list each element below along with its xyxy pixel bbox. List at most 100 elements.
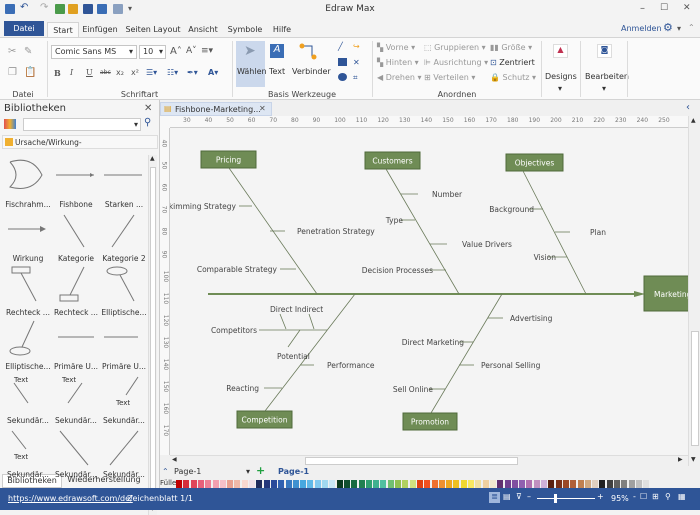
connector-tool-button[interactable]: Verbinder — [291, 41, 331, 87]
horizontal-scrollbar[interactable]: ◀ ▶ — [170, 455, 688, 466]
color-swatch[interactable] — [460, 480, 467, 488]
font-size-select[interactable]: 10 ▾ — [139, 45, 166, 59]
color-swatch[interactable] — [555, 480, 562, 488]
color-swatch[interactable] — [256, 480, 263, 488]
color-swatch[interactable] — [329, 480, 336, 488]
page-view-icon[interactable]: ▤ — [503, 492, 511, 501]
scroll-up-icon[interactable]: ▲ — [691, 117, 696, 124]
collapse-pages-icon[interactable]: ⌃ — [162, 467, 169, 476]
tab-ansicht[interactable]: Ansicht — [186, 22, 220, 37]
cause-label[interactable]: Value Drivers — [462, 240, 512, 249]
library-shape[interactable]: Fishbone — [50, 157, 98, 211]
color-swatch[interactable] — [263, 480, 270, 488]
cause-label[interactable]: Background — [489, 205, 534, 214]
grow-font-icon[interactable]: A˄ — [170, 46, 182, 57]
cause-label[interactable]: Type — [385, 216, 404, 225]
color-swatch[interactable] — [402, 480, 409, 488]
text-tool-button[interactable]: A Text — [267, 41, 289, 87]
color-swatch[interactable] — [635, 480, 642, 488]
select-tool-button[interactable]: ➤ Wählen — [236, 41, 267, 87]
presentation-icon[interactable]: ⊽ — [516, 492, 522, 501]
cause-label[interactable]: Competitors — [211, 326, 257, 335]
cause-label[interactable]: Personal Selling — [481, 361, 541, 370]
color-swatch[interactable] — [176, 480, 182, 488]
ellipse-icon[interactable] — [338, 73, 347, 81]
scroll-left-icon[interactable]: ◀ — [172, 456, 177, 463]
color-swatch[interactable] — [599, 480, 606, 488]
color-swatch[interactable] — [219, 480, 226, 488]
bring-front-button[interactable]: ▚ Vorne ▾ — [377, 43, 415, 52]
library-shape[interactable]: Kategorie 2 — [98, 211, 146, 265]
color-swatch[interactable] — [453, 480, 460, 488]
color-swatch[interactable] — [592, 480, 599, 488]
category-box[interactable]: Competition — [236, 410, 293, 429]
designs-button[interactable]: ▲ Designs ▾ — [544, 41, 578, 97]
strikethrough-button[interactable]: abc — [100, 69, 111, 76]
font-color-icon[interactable]: A▾ — [208, 68, 218, 77]
cause-label[interactable]: Plan — [590, 228, 606, 237]
zoom-in-button[interactable]: + — [597, 492, 604, 501]
color-swatch[interactable] — [278, 480, 285, 488]
zoom-out-button[interactable]: – — [527, 492, 531, 501]
color-swatch[interactable] — [212, 480, 219, 488]
library-search-input[interactable]: ▾ — [23, 118, 141, 131]
cross-icon[interactable]: ✕ — [353, 58, 360, 67]
tab-seiten-layout[interactable]: Seiten Layout — [124, 22, 182, 37]
tab-symbole[interactable]: Symbole — [225, 22, 265, 37]
scrollbar-thumb[interactable] — [150, 167, 156, 497]
color-swatch[interactable] — [548, 480, 555, 488]
crop-icon[interactable]: ⌗ — [353, 73, 358, 83]
color-swatch[interactable] — [409, 480, 416, 488]
align-button[interactable]: ⊫ Ausrichtung ▾ — [424, 58, 488, 67]
scrollbar-thumb[interactable] — [691, 331, 699, 446]
settings-dropdown-icon[interactable]: ▾ — [677, 24, 681, 33]
color-swatch[interactable] — [336, 480, 343, 488]
color-swatch[interactable] — [365, 480, 372, 488]
color-swatch[interactable] — [300, 480, 307, 488]
paste-icon[interactable]: 📋 — [24, 67, 36, 78]
category-box[interactable]: Promotion — [402, 412, 458, 431]
grid-icon[interactable]: ▦ — [678, 492, 686, 501]
canvas[interactable]: Marketing Pricing Skimming Strategy Penetra… — [170, 128, 688, 455]
curve-icon[interactable]: ↪ — [353, 42, 360, 51]
cause-label[interactable]: Direct Marketing — [402, 338, 464, 347]
bold-button[interactable]: B — [54, 68, 61, 78]
color-swatch[interactable] — [183, 480, 190, 488]
library-shape[interactable]: Primäre U... — [50, 319, 98, 373]
fit-page-icon[interactable]: ☐ — [640, 492, 647, 501]
shrink-font-icon[interactable]: A˅ — [186, 46, 197, 56]
color-swatch[interactable] — [351, 480, 358, 488]
cause-label[interactable]: Comparable Strategy — [197, 265, 278, 274]
settings-gear-icon[interactable]: ⚙ — [663, 21, 673, 34]
cause-label[interactable]: Vision — [534, 253, 557, 262]
color-swatch[interactable] — [424, 480, 431, 488]
color-swatch[interactable] — [643, 480, 650, 488]
color-swatch[interactable] — [438, 480, 445, 488]
color-swatch[interactable] — [621, 480, 628, 488]
color-swatch[interactable] — [234, 480, 241, 488]
tab-hilfe[interactable]: Hilfe — [270, 22, 294, 37]
highlight-icon[interactable]: ✒▾ — [187, 68, 198, 77]
library-shape[interactable]: Wirkung — [2, 211, 50, 265]
color-swatch[interactable] — [205, 480, 212, 488]
color-swatch[interactable] — [227, 480, 234, 488]
color-swatch[interactable] — [489, 480, 496, 488]
close-panel-icon[interactable]: ✕ — [144, 103, 152, 114]
align-icon[interactable]: ≡▾ — [201, 46, 213, 56]
scrollbar-thumb[interactable] — [305, 457, 518, 465]
search-icon[interactable]: ⚲ — [144, 117, 151, 128]
close-tab-icon[interactable]: ✕ — [259, 104, 266, 113]
zoom-slider-thumb[interactable] — [554, 494, 558, 503]
library-shape[interactable]: Rechteck ... — [50, 265, 98, 319]
zoom-slider[interactable] — [537, 498, 595, 499]
library-shape[interactable]: Text Sekundär... — [98, 373, 146, 427]
center-button[interactable]: ⊡ Zentriert — [490, 58, 535, 67]
effect-box[interactable]: Marketing — [643, 275, 688, 312]
color-swatch[interactable] — [511, 480, 518, 488]
superscript-button[interactable]: x² — [131, 68, 139, 77]
color-swatch[interactable] — [343, 480, 350, 488]
cause-label[interactable]: Decision Processes — [362, 266, 433, 275]
underline-button[interactable]: U — [86, 68, 93, 77]
color-swatch[interactable] — [475, 480, 482, 488]
page-select[interactable]: Page-1 ▾ — [174, 467, 250, 478]
